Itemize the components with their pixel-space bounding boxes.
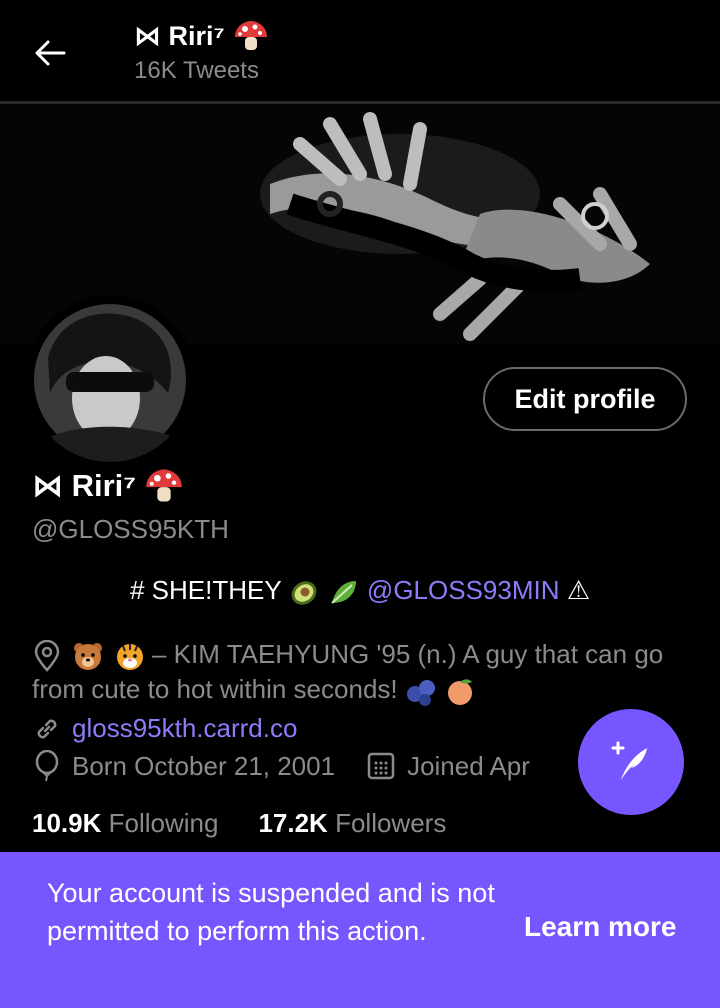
mushroom-emoji-icon (234, 21, 267, 50)
link-icon (37, 719, 57, 738)
edit-profile-button[interactable]: Edit profile (483, 367, 687, 431)
followers-stat[interactable]: 17.2K Followers (258, 808, 446, 839)
bio-mention-link[interactable]: @GLOSS93MIN (367, 575, 560, 605)
profile-name-text: ⋈ Riri⁷ (32, 468, 137, 503)
bio-description: – KIM TAEHYUNG '95 (n.) A guy that can g… (32, 637, 672, 707)
header-name: ⋈ Riri⁷ (134, 20, 269, 52)
bio-pronouns: # SHE!THEY (129, 575, 282, 605)
compose-feather-icon (611, 741, 647, 780)
blueberries-emoji-icon (406, 680, 435, 707)
toast-message: Your account is suspended and is not per… (47, 878, 495, 946)
birth-joined-row: Born October 21, 2001 Joined Apr (32, 750, 530, 782)
followers-count: 17.2K (258, 808, 328, 838)
following-stat[interactable]: 10.9K Following (32, 808, 218, 839)
follow-stats: 10.9K Following 17.2K Followers (32, 808, 446, 839)
profile-handle: @GLOSS95KTH (32, 514, 229, 544)
bio-line-1: # SHE!THEY @GLOSS93MIN ⚠ (0, 575, 720, 607)
top-bar: ⋈ Riri⁷ 16K Tweets (0, 0, 720, 104)
balloon-icon (35, 750, 59, 782)
compose-tweet-button[interactable] (578, 709, 684, 815)
website-link[interactable]: gloss95kth.carrd.co (72, 713, 297, 744)
bear-emoji-icon (74, 643, 102, 671)
following-count: 10.9K (32, 808, 102, 838)
header-name-text: ⋈ Riri⁷ (134, 20, 225, 51)
followers-label: Followers (335, 808, 447, 838)
learn-more-link[interactable]: Learn more (524, 911, 677, 943)
calendar-icon (367, 752, 395, 780)
profile-name: ⋈ Riri⁷ (32, 468, 184, 504)
birth-date: Born October 21, 2001 (72, 750, 336, 781)
tiger-emoji-icon (117, 644, 143, 671)
profile-avatar[interactable] (28, 298, 192, 462)
location-pin-icon (34, 640, 60, 672)
tweet-count: 16K Tweets (134, 57, 259, 84)
following-label: Following (108, 808, 219, 838)
leafy-green-emoji-icon (331, 581, 356, 604)
avocado-emoji-icon (292, 581, 317, 605)
mushroom-emoji-icon (146, 469, 182, 502)
peach-emoji-icon (448, 679, 473, 706)
warning-sign: ⚠ (566, 575, 591, 605)
join-date: Joined Apr (407, 750, 530, 781)
website-row: gloss95kth.carrd.co (32, 713, 297, 744)
back-arrow-icon[interactable] (30, 33, 70, 73)
